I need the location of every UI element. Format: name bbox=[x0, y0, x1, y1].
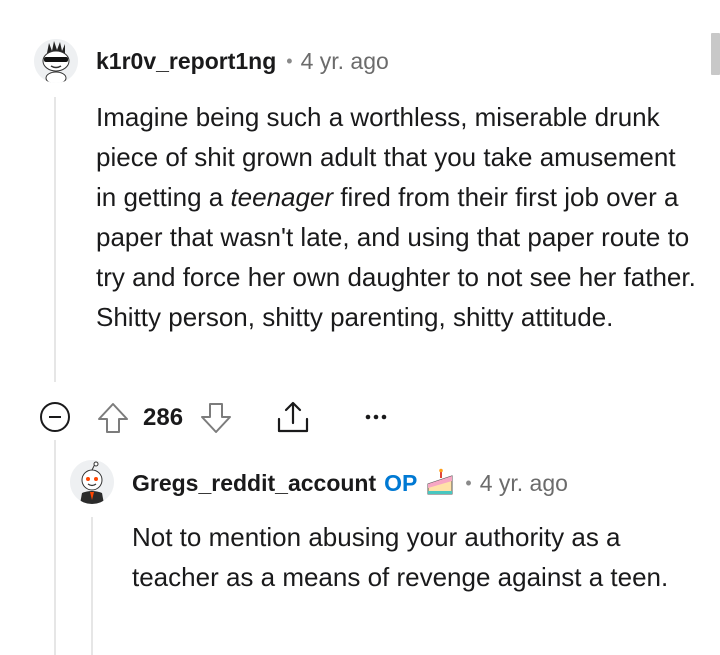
reply-body: Not to mention abusing your authority as… bbox=[132, 517, 692, 597]
avatar-snoo-suit-icon bbox=[70, 460, 114, 504]
timestamp[interactable]: 4 yr. ago bbox=[301, 48, 389, 75]
username[interactable]: k1r0v_report1ng bbox=[96, 48, 276, 75]
avatar-punk-snoo-icon bbox=[34, 39, 78, 83]
thread-line[interactable] bbox=[54, 97, 56, 382]
scrollbar-thumb[interactable] bbox=[711, 33, 720, 75]
thread-line[interactable] bbox=[54, 440, 56, 655]
avatar[interactable] bbox=[34, 39, 78, 83]
reply-meta: Gregs_reddit_account OP • 4 yr. ago bbox=[132, 468, 568, 498]
share-icon[interactable] bbox=[275, 399, 311, 435]
downvote-arrow-icon[interactable] bbox=[199, 401, 233, 435]
meta-separator: • bbox=[286, 51, 293, 71]
comment-meta: k1r0v_report1ng • 4 yr. ago bbox=[96, 48, 389, 75]
avatar[interactable] bbox=[70, 460, 114, 504]
reply-thread-line[interactable] bbox=[91, 517, 93, 655]
username[interactable]: Gregs_reddit_account bbox=[132, 470, 376, 497]
more-options-icon[interactable] bbox=[364, 410, 388, 424]
op-badge: OP bbox=[384, 469, 418, 496]
upvote-arrow-icon[interactable] bbox=[96, 401, 130, 435]
vote-score: 286 bbox=[143, 404, 184, 431]
comment-text-emphasis: teenager bbox=[230, 182, 334, 212]
cake-day-icon bbox=[425, 468, 455, 498]
reply-text: Not to mention abusing your authority as… bbox=[132, 522, 669, 592]
timestamp[interactable]: 4 yr. ago bbox=[480, 470, 568, 497]
comment-body: Imagine being such a worthless, miserabl… bbox=[96, 97, 696, 337]
collapse-minus-icon bbox=[49, 416, 61, 418]
collapse-button[interactable] bbox=[40, 402, 70, 432]
meta-separator: • bbox=[465, 472, 472, 493]
